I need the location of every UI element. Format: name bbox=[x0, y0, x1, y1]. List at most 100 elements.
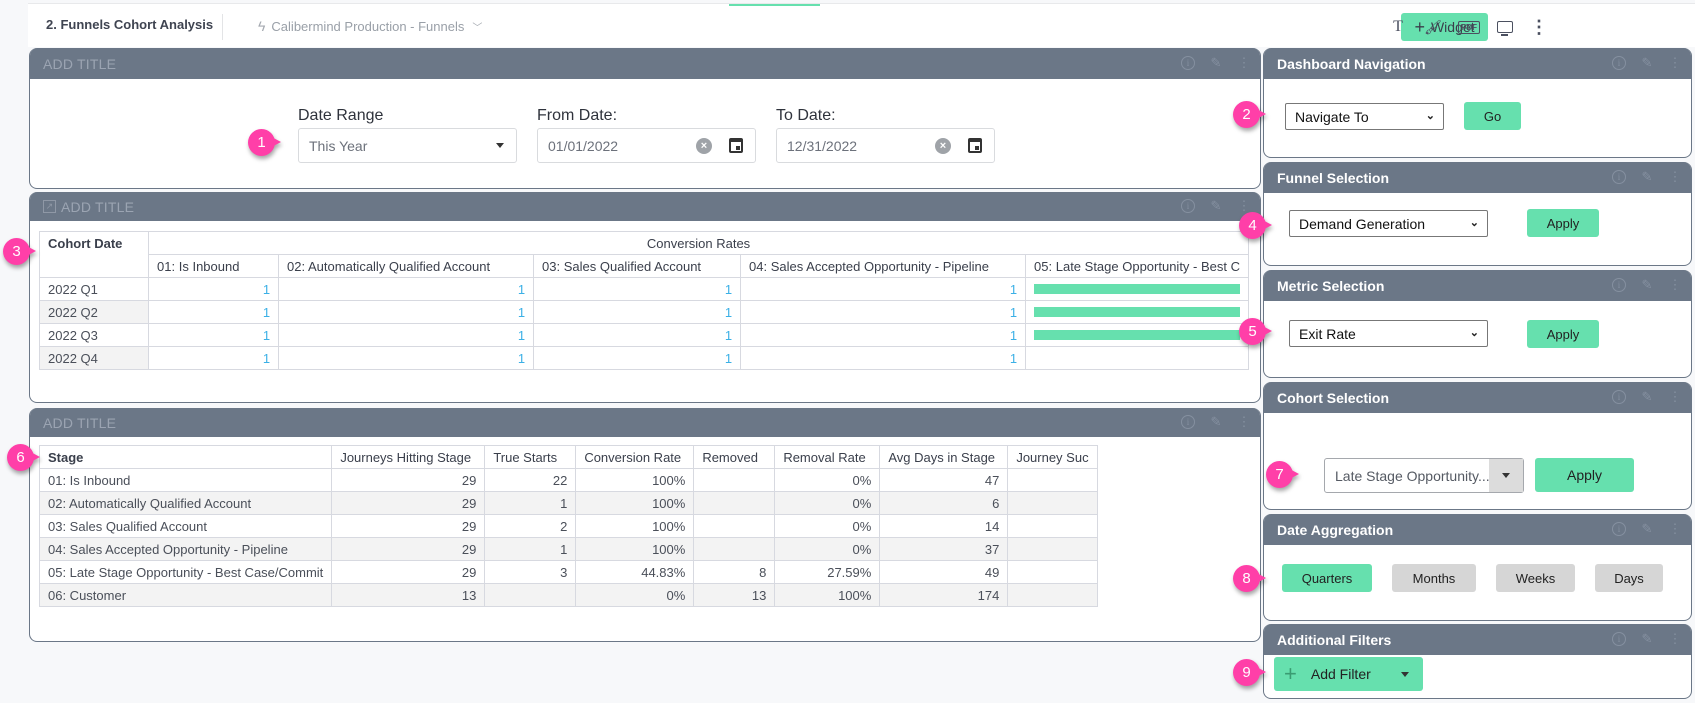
info-icon[interactable]: i bbox=[1180, 414, 1196, 430]
metric-apply-button[interactable]: Apply bbox=[1527, 320, 1599, 348]
more-vert-icon[interactable]: ⋮ bbox=[1667, 631, 1683, 647]
conversion-value-cell[interactable]: 1 bbox=[278, 323, 535, 347]
chevron-down-icon: ⌄ bbox=[1469, 327, 1479, 339]
cohort-select[interactable]: Late Stage Opportunity... bbox=[1324, 458, 1524, 493]
info-icon[interactable]: i bbox=[1611, 521, 1627, 537]
column-header[interactable]: Journey Suc bbox=[1007, 445, 1099, 469]
monitor-icon[interactable] bbox=[1494, 16, 1516, 38]
column-header[interactable]: 03: Sales Qualified Account bbox=[533, 254, 742, 278]
callout-marker: 3 bbox=[3, 238, 36, 265]
cohort-date-cell: 2022 Q3 bbox=[39, 323, 150, 347]
more-vert-icon[interactable]: ⋮ bbox=[1667, 55, 1683, 71]
widget-title[interactable]: ↗ ADD TITLE bbox=[30, 192, 1260, 221]
months-button[interactable]: Months bbox=[1392, 564, 1476, 592]
pencil-icon[interactable]: ✎ bbox=[1639, 169, 1655, 185]
pencil-icon[interactable]: ✎ bbox=[1639, 277, 1655, 293]
more-vert-icon[interactable]: ⋮ bbox=[1667, 521, 1683, 537]
quarters-button[interactable]: Quarters bbox=[1282, 564, 1372, 592]
add-filter-button[interactable]: + Add Filter bbox=[1274, 657, 1423, 691]
expand-icon[interactable]: ↗ bbox=[43, 200, 56, 213]
pencil-icon[interactable]: ✎ bbox=[1208, 55, 1224, 71]
pencil-icon[interactable]: ✎ bbox=[1208, 414, 1224, 430]
column-header[interactable]: Removal Rate bbox=[774, 445, 881, 469]
pdf-icon[interactable]: PDF bbox=[1458, 16, 1480, 38]
conversion-value-cell[interactable]: 1 bbox=[278, 300, 535, 324]
conversion-value-cell[interactable]: 1 bbox=[148, 277, 280, 301]
more-vert-icon[interactable]: ⋮ bbox=[1667, 389, 1683, 405]
go-button[interactable]: Go bbox=[1464, 102, 1521, 130]
column-header[interactable]: 02: Automatically Qualified Account bbox=[278, 254, 535, 278]
conversion-value-cell[interactable]: 1 bbox=[148, 300, 280, 324]
conversion-value-cell[interactable]: 1 bbox=[740, 277, 1027, 301]
cohort-select-value: Late Stage Opportunity... bbox=[1335, 467, 1490, 484]
brush-icon[interactable]: 🖌 bbox=[1422, 16, 1444, 38]
more-vert-icon[interactable]: ⋮ bbox=[1528, 16, 1550, 38]
info-icon[interactable]: i bbox=[1180, 55, 1196, 71]
more-vert-icon[interactable]: ⋮ bbox=[1667, 169, 1683, 185]
conversion-value-cell[interactable]: 1 bbox=[533, 300, 742, 324]
more-vert-icon[interactable]: ⋮ bbox=[1236, 414, 1252, 430]
conversion-value-cell[interactable]: 1 bbox=[278, 346, 535, 370]
navigate-to-select[interactable]: Navigate To ⌄ bbox=[1285, 103, 1444, 130]
from-date-input[interactable]: 01/01/2022 × bbox=[537, 128, 756, 163]
weeks-button[interactable]: Weeks bbox=[1496, 564, 1575, 592]
conversion-value-cell[interactable]: 1 bbox=[533, 346, 742, 370]
calendar-icon[interactable] bbox=[729, 138, 743, 153]
conversion-value-cell[interactable]: 1 bbox=[533, 277, 742, 301]
widget-title[interactable]: ADD TITLE bbox=[30, 408, 1260, 437]
clear-icon[interactable]: × bbox=[935, 138, 951, 154]
cohort-apply-button[interactable]: Apply bbox=[1535, 458, 1634, 492]
column-header[interactable]: Removed bbox=[693, 445, 776, 469]
info-icon[interactable]: i bbox=[1611, 277, 1627, 293]
column-header[interactable]: True Starts bbox=[484, 445, 577, 469]
cohort-table: Cohort Date Conversion Rates 01: Is Inbo… bbox=[39, 231, 1249, 370]
info-icon[interactable]: i bbox=[1611, 169, 1627, 185]
bolt-icon: ϟ bbox=[258, 18, 266, 34]
to-date-input[interactable]: 12/31/2022 × bbox=[776, 128, 995, 163]
conversion-value-cell[interactable]: 1 bbox=[148, 323, 280, 347]
column-header[interactable]: Stage bbox=[39, 445, 333, 469]
column-header[interactable]: 04: Sales Accepted Opportunity - Pipelin… bbox=[740, 254, 1027, 278]
date-range-select[interactable]: This Year bbox=[298, 128, 517, 163]
cohort-date-header[interactable]: Cohort Date bbox=[39, 231, 150, 278]
more-vert-icon[interactable]: ⋮ bbox=[1667, 277, 1683, 293]
conversion-value-cell[interactable]: 1 bbox=[148, 346, 280, 370]
conversion-value-cell[interactable]: 1 bbox=[533, 323, 742, 347]
dropdown-toggle[interactable] bbox=[1489, 459, 1523, 492]
column-header[interactable]: 05: Late Stage Opportunity - Best C bbox=[1025, 254, 1249, 278]
conversion-value-cell[interactable]: 1 bbox=[740, 300, 1027, 324]
info-icon[interactable]: i bbox=[1611, 55, 1627, 71]
text-icon[interactable]: T bbox=[1387, 16, 1409, 38]
column-header[interactable]: Avg Days in Stage bbox=[879, 445, 1009, 469]
date-filter-widget: ADD TITLE i ✎ ⋮ Date Range This Year Fro… bbox=[29, 48, 1261, 189]
pencil-icon[interactable]: ✎ bbox=[1639, 55, 1655, 71]
pencil-icon[interactable]: ✎ bbox=[1208, 198, 1224, 214]
conversion-value-cell[interactable]: 1 bbox=[740, 323, 1027, 347]
pencil-icon[interactable]: ✎ bbox=[1639, 631, 1655, 647]
column-header[interactable]: Conversion Rate bbox=[575, 445, 695, 469]
days-button[interactable]: Days bbox=[1595, 564, 1663, 592]
widget-title[interactable]: ADD TITLE bbox=[30, 48, 1260, 79]
conversion-value-cell[interactable]: 1 bbox=[740, 346, 1027, 370]
stage-value-cell: 27.59% bbox=[774, 560, 881, 584]
date-aggregation-widget: Date Aggregation i ✎ ⋮ Quarters Months W… bbox=[1263, 514, 1692, 621]
info-icon[interactable]: i bbox=[1180, 198, 1196, 214]
funnel-apply-button[interactable]: Apply bbox=[1527, 209, 1599, 237]
datasource-label: Calibermind Production - Funnels bbox=[271, 18, 465, 34]
column-header[interactable]: 01: Is Inbound bbox=[148, 254, 280, 278]
conversion-value-cell[interactable]: 1 bbox=[278, 277, 535, 301]
clear-icon[interactable]: × bbox=[696, 138, 712, 154]
info-icon[interactable]: i bbox=[1611, 389, 1627, 405]
caret-down-icon[interactable] bbox=[1401, 672, 1409, 677]
pencil-icon[interactable]: ✎ bbox=[1639, 521, 1655, 537]
calendar-icon[interactable] bbox=[968, 138, 982, 153]
conversion-bar-cell bbox=[1025, 323, 1249, 347]
datasource-selector[interactable]: ϟ Calibermind Production - Funnels ﹀ bbox=[258, 18, 482, 34]
column-header[interactable]: Journeys Hitting Stage bbox=[331, 445, 486, 469]
stage-value-cell: 13 bbox=[693, 583, 776, 607]
funnel-select[interactable]: Demand Generation ⌄ bbox=[1289, 210, 1488, 237]
more-vert-icon[interactable]: ⋮ bbox=[1236, 55, 1252, 71]
metric-select[interactable]: Exit Rate ⌄ bbox=[1289, 320, 1488, 347]
pencil-icon[interactable]: ✎ bbox=[1639, 389, 1655, 405]
info-icon[interactable]: i bbox=[1611, 631, 1627, 647]
